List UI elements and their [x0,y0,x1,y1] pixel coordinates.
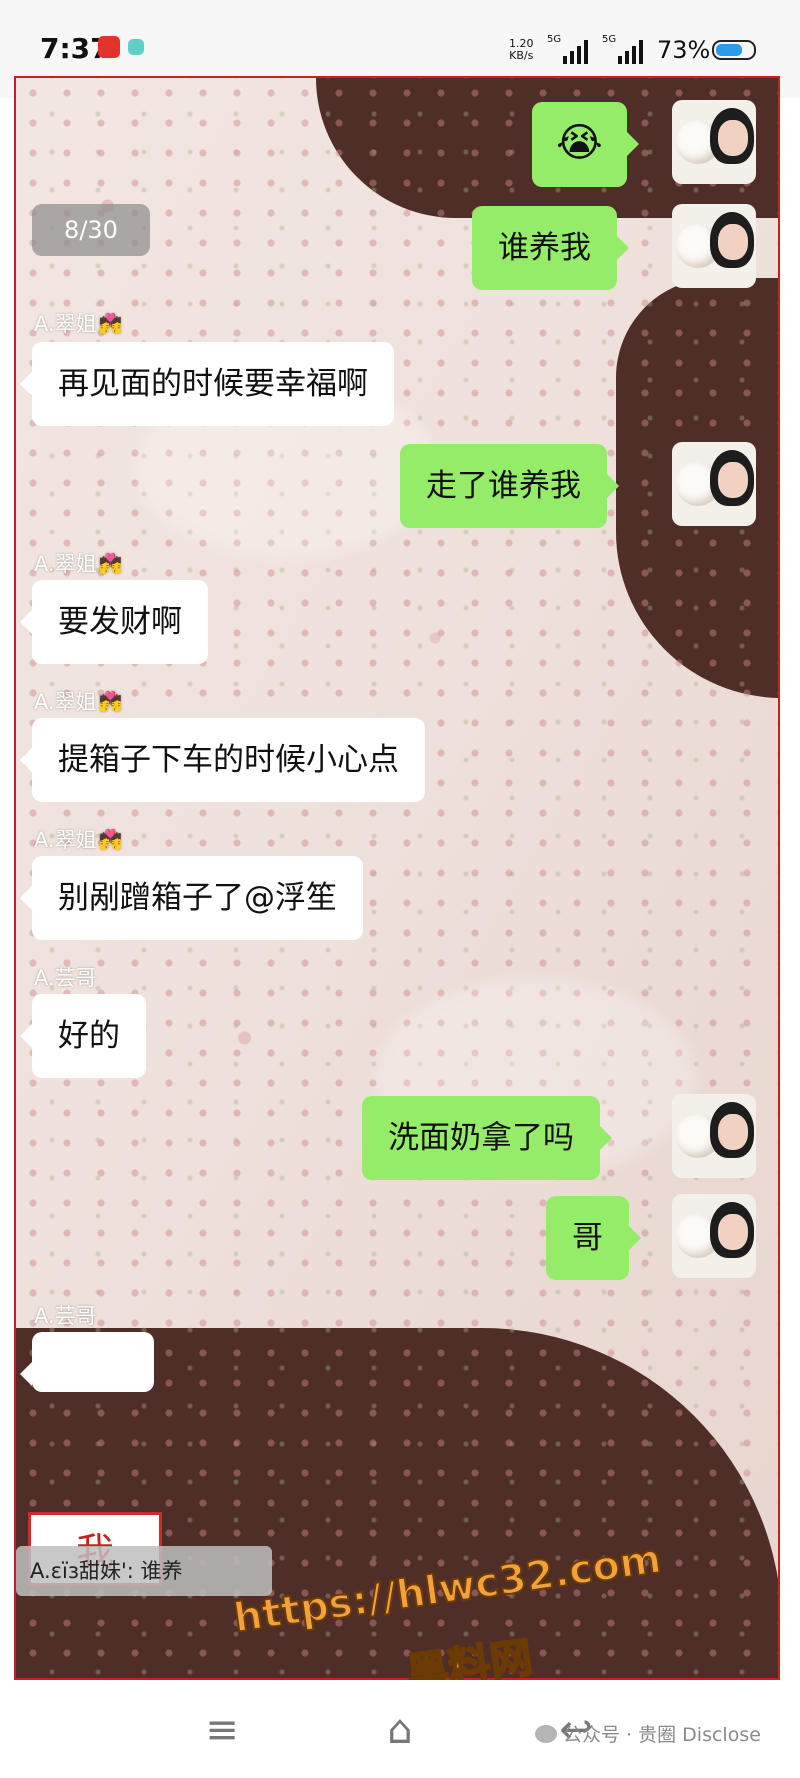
avatar[interactable] [672,204,756,288]
crying-emoji: 😭 [556,120,603,166]
network-speed: 1.20 KB/s [509,37,534,62]
reply-preview: A.ɛïɜ甜妹': 谁养 [16,1546,272,1596]
sender-name: A.翠姐 💏 [34,828,123,852]
sender-name: A.芸哥 [34,966,97,990]
message-bubble[interactable]: 洗面奶拿了吗 [362,1096,612,1180]
message-bubble[interactable]: 提箱子下车的时候小心点 [20,718,425,802]
message-bubble[interactable]: 别剐蹭箱子了@浮笙 [20,856,363,940]
notification-app-icon [98,36,120,58]
message-bubble[interactable]: 再见面的时候要幸福啊 [20,342,394,426]
home-icon[interactable]: ⌂ [372,1702,428,1758]
message-bubble[interactable]: 哥 [546,1196,641,1280]
sender-name: A.芸哥 [34,1304,97,1328]
avatar[interactable] [672,442,756,526]
sender-name: A.翠姐 💏 [34,312,123,336]
avatar[interactable] [672,100,756,184]
message-bubble[interactable]: 好的 [20,994,146,1078]
couple-emoji: 💏 [98,828,123,851]
message-bubble[interactable]: 要发财啊 [20,580,208,664]
sim2-label: 5G [602,34,617,45]
couple-emoji: 💏 [98,312,123,335]
sim1-label: 5G [547,34,562,45]
battery-icon [712,40,756,60]
battery-level [716,44,743,56]
message-bubble[interactable]: 😭 [532,102,639,187]
message-bubble[interactable] [20,1332,154,1392]
message-bubble[interactable]: 走了谁养我 [400,444,619,528]
navigation-bar: ≡ ⌂ ↩ 公众号 · 贵圈 Disclose [0,1680,800,1778]
couple-emoji: 💏 [98,690,123,713]
menu-icon[interactable]: ≡ [194,1702,250,1758]
sender-name: A.翠姐 💏 [34,690,123,714]
avatar[interactable] [672,1094,756,1178]
sender-name: A.翠姐 💏 [34,552,123,576]
battery-percent: 73% [657,36,711,64]
wechat-icon [535,1724,557,1743]
signal-icon [563,38,588,64]
account-watermark: 公众号 · 贵圈 Disclose [535,1720,761,1747]
notification-app-icon [128,39,144,55]
page-counter: 8/30 [32,204,150,256]
avatar[interactable] [672,1194,756,1278]
signal-icon [618,38,643,64]
chat-screenshot: 8/30 😭 谁养我 A.翠姐 💏 再见面的时候要幸福啊 走了谁养我 A.翠姐 💏 … [14,76,780,1680]
couple-emoji: 💏 [98,552,123,575]
message-bubble[interactable]: 谁养我 [472,206,629,290]
